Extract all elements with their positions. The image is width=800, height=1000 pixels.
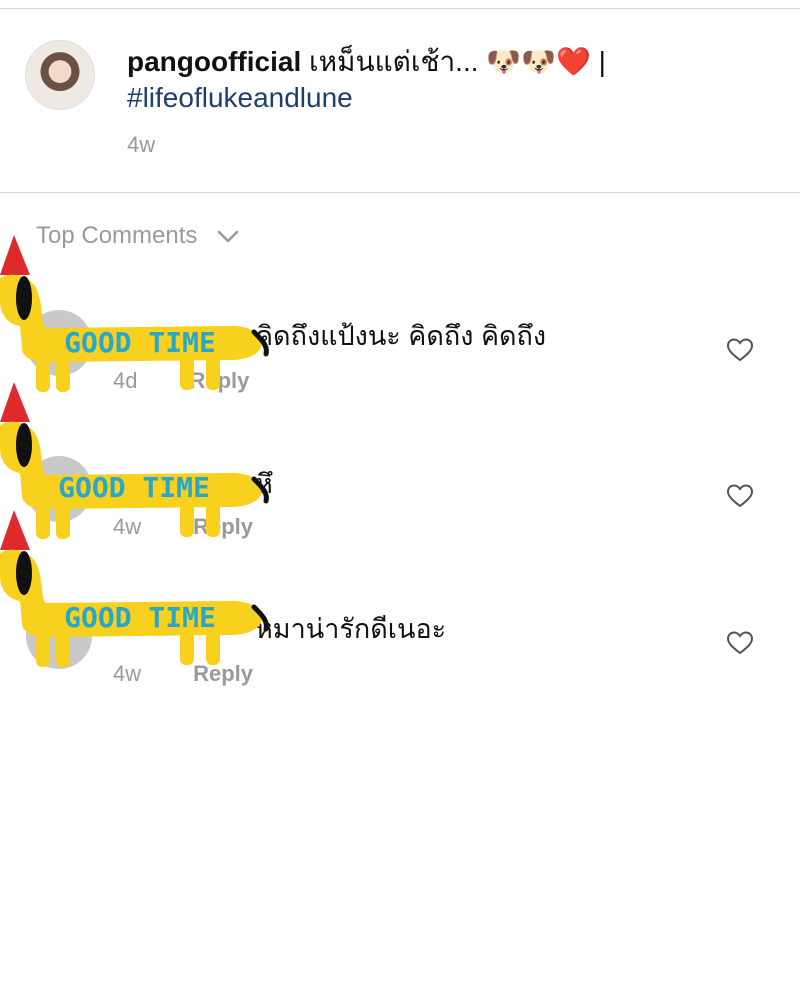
- reply-button[interactable]: Reply: [193, 514, 253, 539]
- top-comments-label: Top Comments: [36, 222, 198, 249]
- comment-meta: 4w Reply: [113, 514, 253, 540]
- reply-button[interactable]: Reply: [189, 368, 249, 393]
- post-caption: pangoofficial เหม็นแต่เช้า... 🐶🐶❤️ | #li…: [0, 10, 800, 192]
- comment-text: หมาน่ารักดีเนอะ: [255, 614, 447, 644]
- top-comments-toggle[interactable]: Top Comments: [36, 222, 241, 250]
- caption-hashtag[interactable]: #lifeoflukeandlune: [127, 82, 353, 113]
- commenter-avatar[interactable]: [26, 456, 92, 522]
- caption-timestamp: 4w: [127, 132, 156, 157]
- comment-text: หึ: [255, 469, 273, 499]
- chevron-down-icon: [218, 230, 239, 243]
- section-divider: [0, 192, 800, 193]
- caption-text: pangoofficial เหม็นแต่เช้า... 🐶🐶❤️ | #li…: [127, 44, 767, 116]
- author-avatar[interactable]: [25, 40, 95, 110]
- heart-icon[interactable]: [726, 337, 754, 363]
- commenter-avatar[interactable]: [26, 310, 92, 376]
- caption-body: เหม็นแต่เช้า... 🐶🐶❤️ |: [301, 46, 606, 77]
- heart-icon[interactable]: [726, 630, 754, 656]
- reply-button[interactable]: Reply: [193, 661, 253, 686]
- comment-timestamp: 4w: [113, 514, 142, 539]
- comment-item: หมาน่ารักดีเนอะ 4w Reply: [0, 593, 800, 713]
- comment-meta: 4w Reply: [113, 661, 253, 687]
- author-username[interactable]: pangoofficial: [127, 46, 301, 77]
- comment-timestamp: 4d: [113, 368, 138, 393]
- comment-timestamp: 4w: [113, 661, 142, 686]
- comment-text: คิดถึงแป้งนะ คิดถึง คิดถึง: [255, 321, 547, 351]
- commenter-avatar[interactable]: [26, 603, 92, 669]
- comment-item: คิดถึงแป้งนะ คิดถึง คิดถึง 4d Reply: [0, 300, 800, 420]
- comment-meta: 4d Reply: [113, 368, 249, 394]
- comment-item: หึ 4w Reply: [0, 446, 800, 566]
- top-divider: [0, 8, 800, 9]
- heart-icon[interactable]: [726, 483, 754, 509]
